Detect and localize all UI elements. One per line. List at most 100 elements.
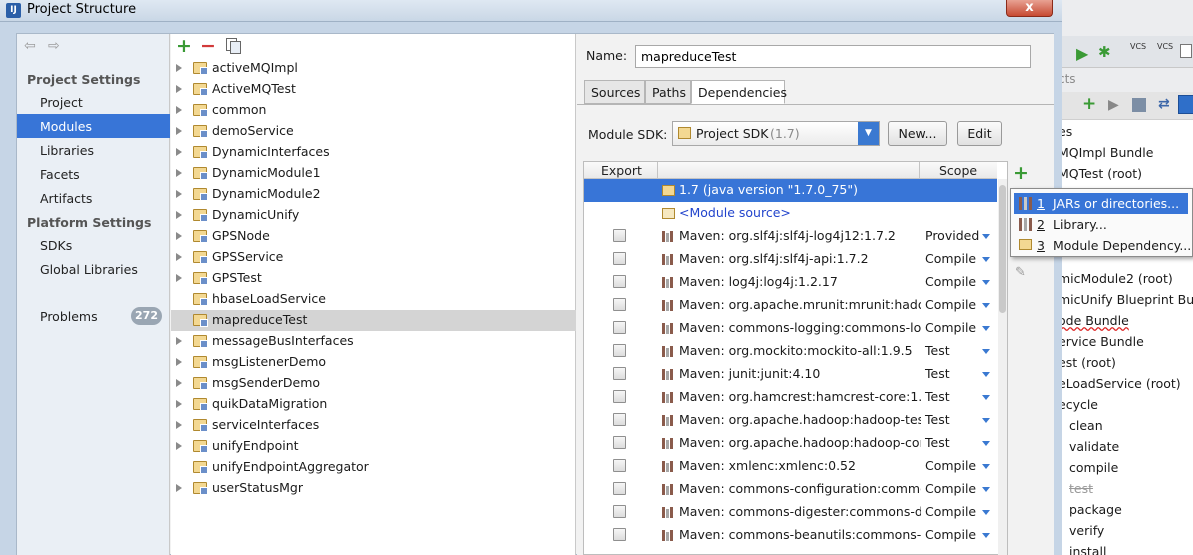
sidebar-item-sdks[interactable]: SDKs [40, 238, 72, 253]
module-tree-item[interactable]: messageBusInterfaces [171, 331, 576, 352]
dependency-row[interactable]: Maven: commons-logging:commons-logg Compi… [584, 317, 997, 340]
module-tree-item[interactable]: msgSenderDemo [171, 373, 576, 394]
dependency-row[interactable]: Maven: org.apache.hadoop:hadoop-core Test [584, 432, 997, 455]
module-tree-item[interactable]: serviceInterfaces [171, 415, 576, 436]
tab-sources[interactable]: Sources [584, 80, 645, 104]
export-checkbox[interactable] [613, 298, 626, 311]
dependency-scope[interactable]: Test [925, 412, 950, 427]
expand-arrow-icon[interactable] [176, 190, 182, 198]
chevron-down-icon[interactable] [982, 395, 990, 400]
export-checkbox[interactable] [613, 229, 626, 242]
expand-arrow-icon[interactable] [176, 274, 182, 282]
expand-arrow-icon[interactable] [176, 64, 182, 72]
dependency-scope[interactable]: Test [925, 389, 950, 404]
export-checkbox[interactable] [613, 459, 626, 472]
export-checkbox[interactable] [613, 344, 626, 357]
chevron-down-icon[interactable] [982, 234, 990, 239]
popup-item-module-dependency[interactable]: 3 Module Dependency... [1014, 235, 1191, 256]
expand-arrow-icon[interactable] [176, 484, 182, 492]
dependency-row[interactable]: Maven: commons-beanutils:commons-be Compi… [584, 524, 997, 547]
dependency-scope[interactable]: Test [925, 366, 950, 381]
module-tree-item[interactable]: unifyEndpoint [171, 436, 576, 457]
dependency-scope[interactable]: Compile [925, 274, 976, 289]
module-tree-item[interactable]: DynamicModule1 [171, 163, 576, 184]
dependency-row[interactable]: 1.7 (java version "1.7.0_75") [584, 179, 997, 202]
chevron-down-icon[interactable] [982, 487, 990, 492]
export-checkbox[interactable] [613, 436, 626, 449]
dependency-scope[interactable]: Provided [925, 228, 979, 243]
scrollbar-thumb[interactable] [999, 185, 1006, 313]
chevron-down-icon[interactable] [982, 533, 990, 538]
expand-arrow-icon[interactable] [176, 358, 182, 366]
chevron-down-icon[interactable] [982, 372, 990, 377]
file-icon[interactable] [1180, 44, 1192, 58]
pencil-icon[interactable]: ✎ [1015, 265, 1026, 280]
module-tree-item[interactable]: mapreduceTest [171, 310, 576, 331]
vcs-update-icon[interactable]: VCS [1130, 42, 1146, 51]
dependency-row[interactable]: Maven: log4j:log4j:1.2.17 Compile [584, 271, 997, 294]
export-checkbox[interactable] [613, 413, 626, 426]
dependency-row[interactable]: Maven: commons-digester:commons-dig Compi… [584, 501, 997, 524]
popup-item-library[interactable]: 2 Library... [1014, 214, 1188, 235]
dependency-row[interactable]: Maven: junit:junit:4.10 Test [584, 363, 997, 386]
dependency-row[interactable]: Maven: xmlenc:xmlenc:0.52 Compile [584, 455, 997, 478]
dependency-scope[interactable]: Compile [925, 458, 976, 473]
tab-dependencies[interactable]: Dependencies [691, 80, 787, 104]
chevron-down-icon[interactable] [982, 441, 990, 446]
popup-item-jars[interactable]: 1 JARs or directories... [1014, 193, 1188, 214]
back-arrow-icon[interactable]: ⇦ [24, 38, 36, 54]
sidebar-item-global-libraries[interactable]: Global Libraries [40, 262, 138, 277]
chevron-down-icon[interactable] [982, 418, 990, 423]
sidebar-item-libraries[interactable]: Libraries [40, 143, 94, 158]
export-checkbox[interactable] [613, 390, 626, 403]
chevron-down-icon[interactable] [982, 464, 990, 469]
export-checkbox[interactable] [613, 321, 626, 334]
chevron-down-icon[interactable] [982, 510, 990, 515]
export-checkbox[interactable] [613, 252, 626, 265]
dependency-row[interactable]: Maven: commons-configuration:commons Comp… [584, 478, 997, 501]
sidebar-item-modules[interactable]: Modules [40, 119, 92, 134]
dependency-row[interactable]: Maven: org.apache.mrunit:mrunit:hadoop Co… [584, 294, 997, 317]
forward-arrow-icon[interactable]: ⇨ [48, 38, 60, 54]
expand-arrow-icon[interactable] [176, 337, 182, 345]
module-sdk-select[interactable]: Project SDK (1.7) [672, 121, 880, 146]
chevron-down-icon[interactable] [982, 326, 990, 331]
column-export[interactable]: Export [601, 163, 642, 178]
debug-icon[interactable]: ✱ [1098, 43, 1111, 61]
column-scope[interactable]: Scope [939, 163, 977, 178]
module-tree-item[interactable]: GPSNode [171, 226, 576, 247]
chevron-down-icon[interactable] [982, 349, 990, 354]
tab-paths[interactable]: Paths [645, 80, 691, 104]
expand-arrow-icon[interactable] [176, 127, 182, 135]
module-tree-item[interactable]: demoService [171, 121, 576, 142]
dependency-row[interactable]: Maven: org.slf4j:slf4j-api:1.7.2 Compile [584, 248, 997, 271]
module-tree-item[interactable]: userStatusMgr [171, 478, 576, 499]
module-tree-item[interactable]: ActiveMQTest [171, 79, 576, 100]
export-checkbox[interactable] [613, 482, 626, 495]
dependency-scope[interactable]: Test [925, 435, 950, 450]
module-tree-item[interactable]: activeMQImpl [171, 58, 576, 79]
export-checkbox[interactable] [613, 367, 626, 380]
module-tree-item[interactable]: unifyEndpointAggregator [171, 457, 576, 478]
expand-arrow-icon[interactable] [176, 400, 182, 408]
dependency-row[interactable]: Maven: org.apache.hadoop:hadoop-test: Tes… [584, 409, 997, 432]
module-tree-item[interactable]: GPSTest [171, 268, 576, 289]
add-module-icon[interactable]: + [176, 35, 192, 57]
expand-arrow-icon[interactable] [176, 148, 182, 156]
expand-arrow-icon[interactable] [176, 106, 182, 114]
module-tree-item[interactable]: hbaseLoadService [171, 289, 576, 310]
close-button[interactable]: x [1006, 0, 1053, 17]
sidebar-item-problems[interactable]: Problems [40, 309, 98, 324]
chevron-down-icon[interactable] [982, 280, 990, 285]
chevron-down-icon[interactable]: ▼ [858, 122, 879, 145]
module-tree-item[interactable]: DynamicModule2 [171, 184, 576, 205]
expand-arrow-icon[interactable] [176, 232, 182, 240]
remove-module-icon[interactable]: − [200, 35, 216, 57]
dependency-row[interactable]: Maven: org.slf4j:slf4j-log4j12:1.7.2 Prov… [584, 225, 997, 248]
sidebar-item-facets[interactable]: Facets [40, 167, 80, 182]
chevron-down-icon[interactable] [982, 303, 990, 308]
expand-arrow-icon[interactable] [176, 442, 182, 450]
run-small-icon[interactable]: ▶ [1108, 97, 1119, 113]
export-checkbox[interactable] [613, 275, 626, 288]
add-icon[interactable]: + [1082, 94, 1096, 114]
